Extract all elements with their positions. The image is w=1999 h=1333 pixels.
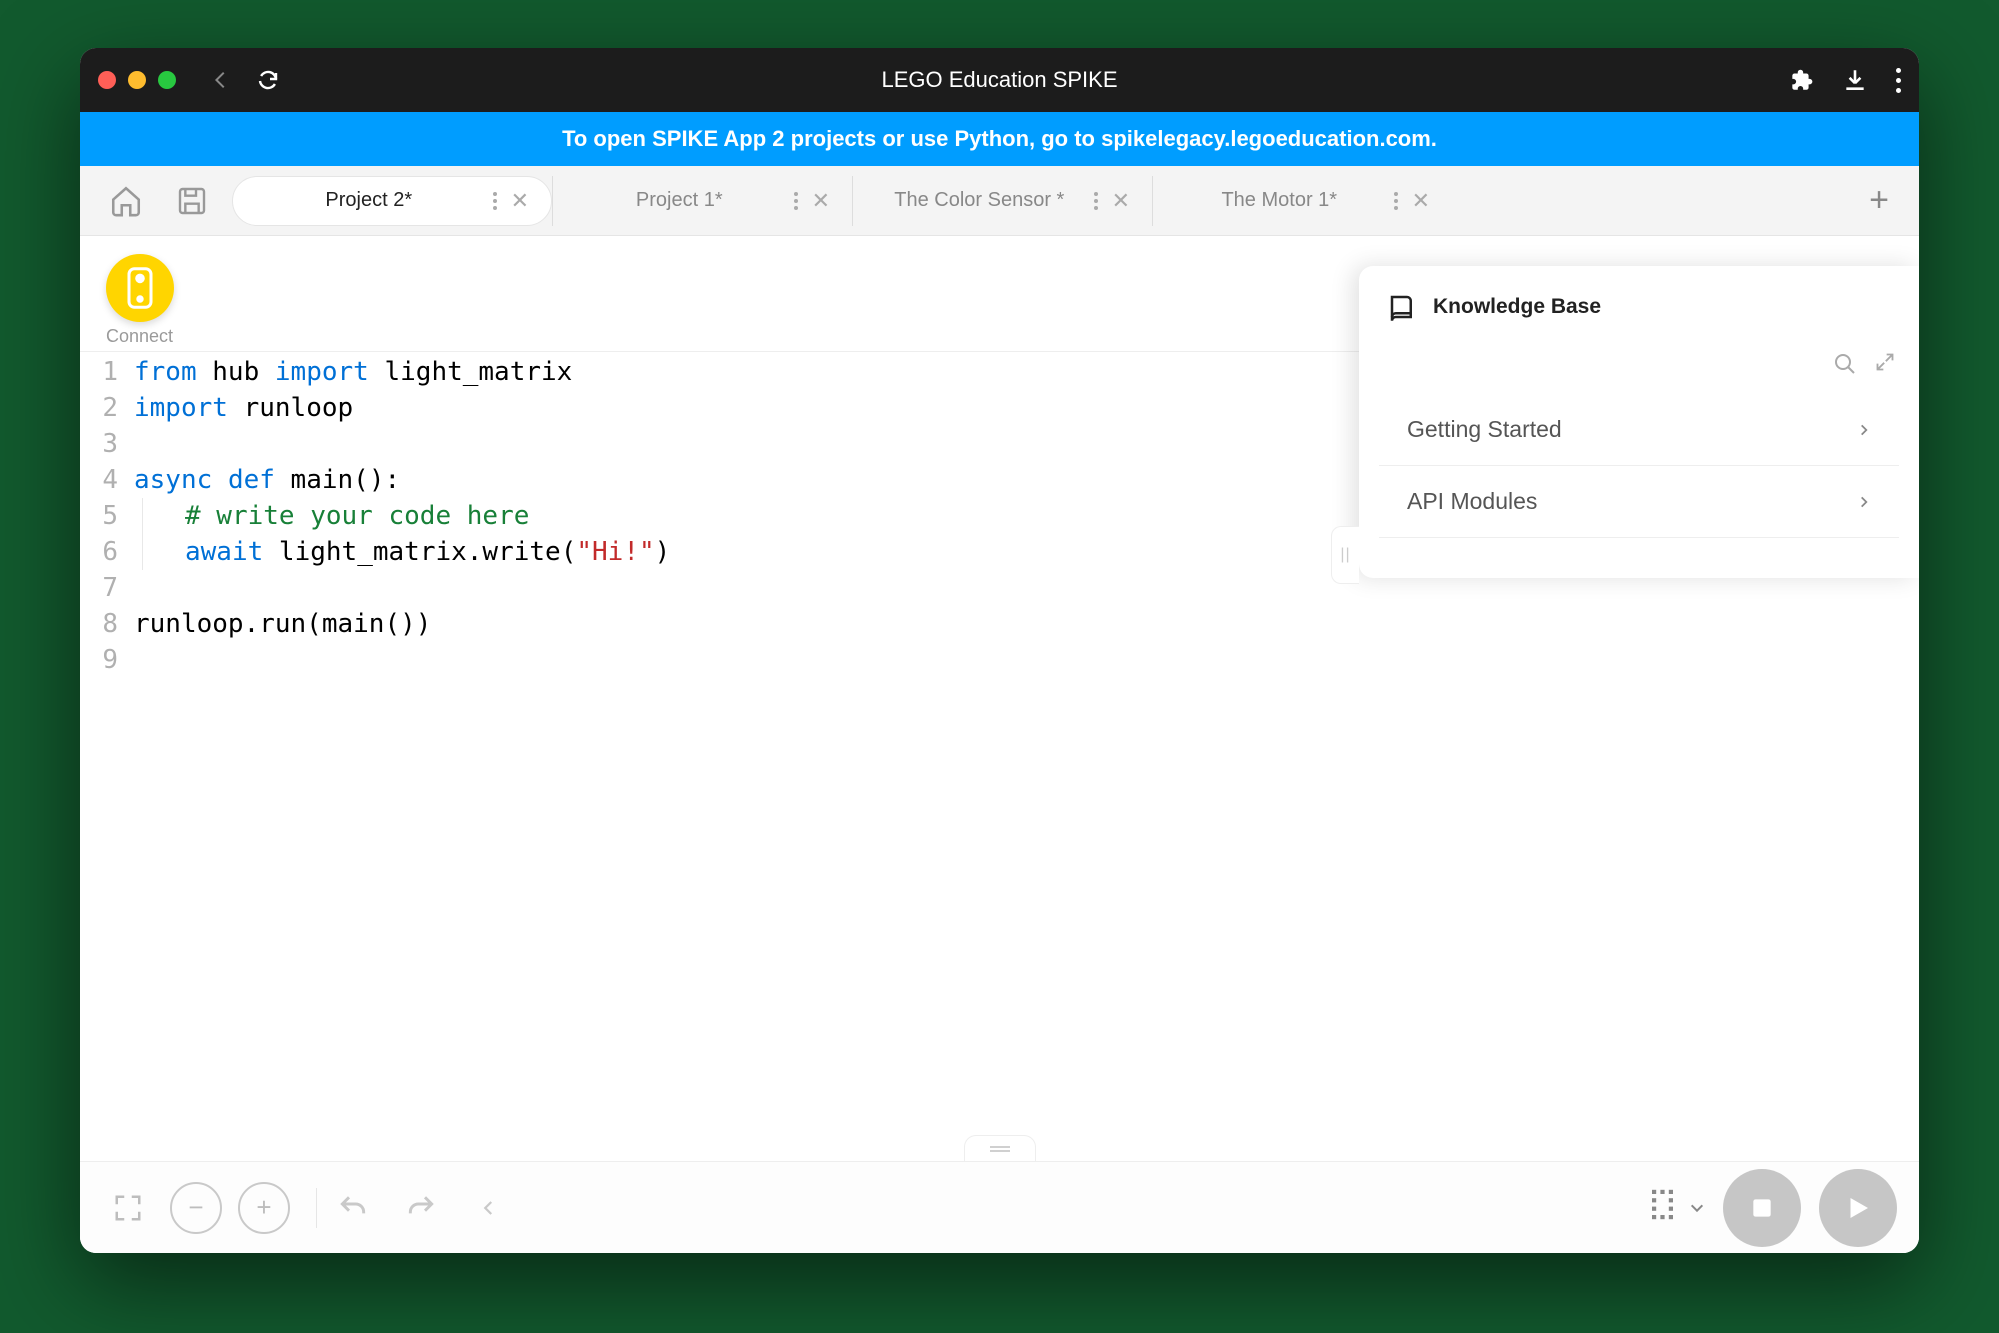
close-tab-icon[interactable]: ✕ [1412,190,1430,212]
extensions-icon[interactable] [1788,67,1814,93]
chevron-right-icon [1857,495,1871,509]
code-content[interactable]: from hub import light_matriximport runlo… [128,352,670,1161]
window-controls [98,71,176,89]
step-back-button[interactable] [463,1182,515,1234]
panel-collapse-handle[interactable]: || [1331,526,1359,584]
tab-project-2[interactable]: Project 2* ✕ [232,176,552,226]
close-tab-icon[interactable]: ✕ [812,190,830,212]
slot-selector[interactable] [1649,1187,1705,1229]
download-icon[interactable] [1842,67,1868,93]
window-title: LEGO Education SPIKE [881,67,1117,93]
undo-button[interactable] [327,1182,379,1234]
chevron-right-icon [1857,423,1871,437]
fullscreen-button[interactable] [102,1182,154,1234]
knowledge-base-panel: || Knowledge Base Getting Started [1359,266,1919,578]
add-tab-button[interactable]: + [1859,181,1899,220]
back-button[interactable] [210,69,232,91]
tab-menu-icon[interactable] [493,192,497,210]
expand-icon[interactable] [1875,352,1895,376]
console-drag-handle[interactable] [964,1135,1036,1161]
home-button[interactable] [100,175,152,227]
tabstrip: Project 2* ✕ Project 1* ✕ The Color Sens… [80,166,1919,236]
tab-menu-icon[interactable] [1094,192,1098,210]
kb-title: Knowledge Base [1433,295,1601,319]
tab-menu-icon[interactable] [794,192,798,210]
tab-label: The Color Sensor * [875,189,1084,212]
kb-item-label: API Modules [1407,488,1537,515]
bottom-toolbar: − + [80,1161,1919,1253]
zoom-in-button[interactable]: + [238,1182,290,1234]
redo-button[interactable] [395,1182,447,1234]
tab-menu-icon[interactable] [1394,192,1398,210]
close-tab-icon[interactable]: ✕ [511,190,529,212]
save-button[interactable] [166,175,218,227]
legacy-banner: To open SPIKE App 2 projects or use Pyth… [80,112,1919,166]
search-icon[interactable] [1833,352,1857,376]
kb-item-getting-started[interactable]: Getting Started [1379,394,1899,466]
kb-item-api-modules[interactable]: API Modules [1379,466,1899,538]
tabs: Project 2* ✕ Project 1* ✕ The Color Sens… [232,176,1859,226]
close-window-button[interactable] [98,71,116,89]
stop-button[interactable] [1723,1169,1801,1247]
titlebar: LEGO Education SPIKE [80,48,1919,112]
chevron-down-icon [1689,1200,1705,1216]
workspace: Connect 123456789 from hub import light_… [80,236,1919,1253]
more-menu-icon[interactable] [1896,68,1901,93]
tab-label: The Motor 1* [1175,189,1384,212]
tab-color-sensor[interactable]: The Color Sensor * ✕ [852,176,1152,226]
connect-hub-button[interactable] [106,254,174,322]
close-tab-icon[interactable]: ✕ [1112,190,1130,212]
tab-the-motor-1[interactable]: The Motor 1* ✕ [1152,176,1452,226]
tab-label: Project 2* [255,189,483,212]
play-button[interactable] [1819,1169,1897,1247]
tab-label: Project 1* [575,189,784,212]
minimize-window-button[interactable] [128,71,146,89]
book-icon [1387,292,1417,322]
app-window: LEGO Education SPIKE To open SPIKE App 2… [80,48,1919,1253]
reload-button[interactable] [256,68,280,92]
zoom-out-button[interactable]: − [170,1182,222,1234]
maximize-window-button[interactable] [158,71,176,89]
tab-project-1[interactable]: Project 1* ✕ [552,176,852,226]
line-gutter: 123456789 [80,352,128,1161]
kb-item-label: Getting Started [1407,416,1562,443]
